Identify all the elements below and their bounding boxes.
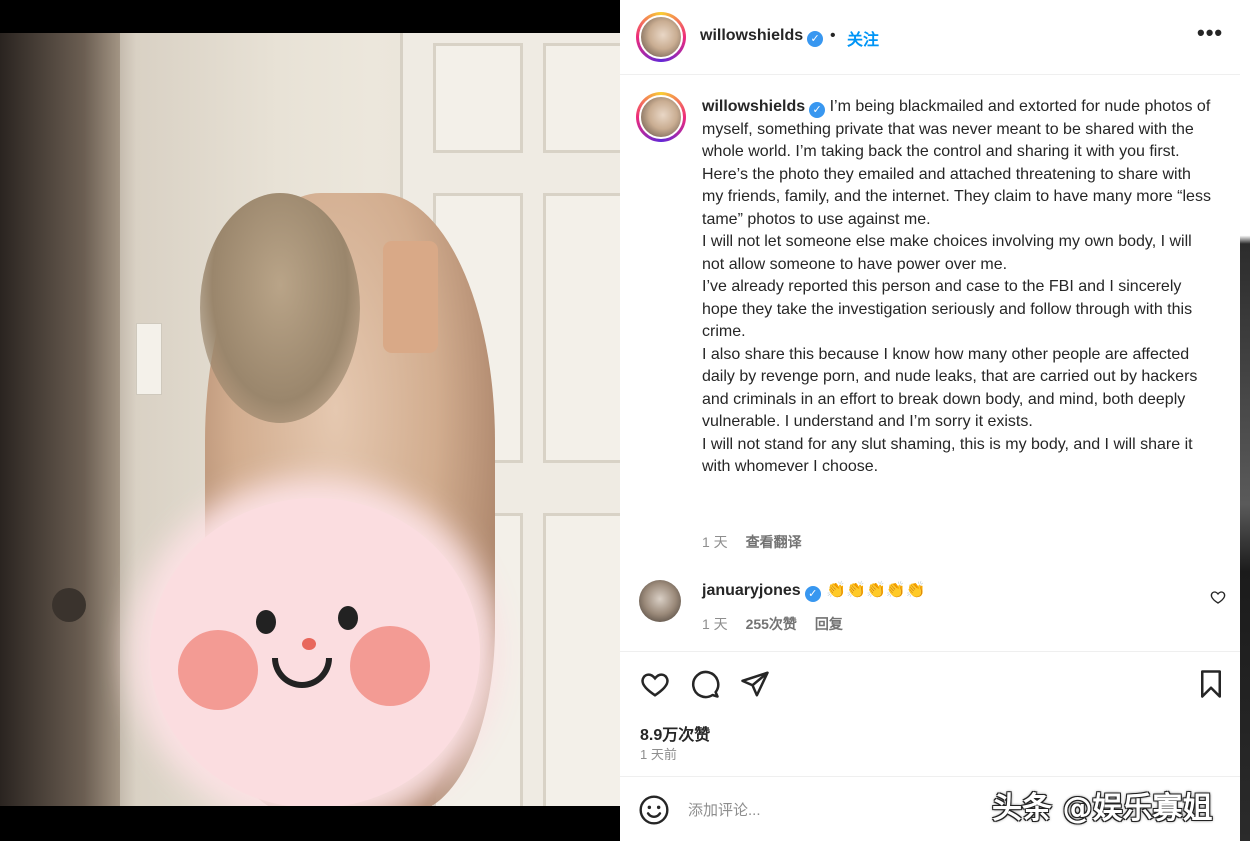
comment-like-heart-icon[interactable] <box>1210 589 1226 605</box>
comment-item: januaryjones ✓ 👏👏👏👏👏 <box>702 580 926 602</box>
caption-author-username[interactable]: willowshields <box>702 98 805 115</box>
sticker-cheek-left <box>178 630 258 710</box>
sticker-nose <box>302 638 316 650</box>
commenter-avatar[interactable] <box>639 580 681 622</box>
verified-badge-icon: ✓ <box>809 102 826 118</box>
caption-timestamp: 1 天 <box>702 534 728 550</box>
caption-paragraph: I will not let someone else make choices… <box>702 233 1192 273</box>
see-translation-link[interactable]: 查看翻译 <box>746 534 802 550</box>
caption-author-avatar[interactable] <box>636 92 686 142</box>
paper-plane-icon[interactable] <box>740 669 770 699</box>
post-caption: willowshields ✓ I’m being blackmailed and… <box>702 96 1212 479</box>
post-timestamp: 1 天前 <box>640 747 677 762</box>
emoji-smile-icon[interactable] <box>638 794 670 826</box>
door-panel <box>543 43 620 153</box>
follow-button[interactable]: 关注 <box>847 26 879 50</box>
post-photo[interactable] <box>0 33 620 806</box>
verified-badge-icon: ✓ <box>807 31 824 47</box>
photo-subject-hair <box>200 193 360 423</box>
caption-paragraph: I’m being blackmailed and extorted for n… <box>702 98 1211 228</box>
door-panel <box>543 193 620 463</box>
door-panel <box>433 43 523 153</box>
post-media-area <box>0 0 620 841</box>
post-like-count[interactable]: 8.9万次赞 <box>640 721 710 745</box>
heart-icon[interactable] <box>640 669 670 699</box>
light-switch <box>136 323 162 395</box>
caption-paragraph: I will not stand for any slut shaming, t… <box>702 435 1193 476</box>
sticker-eye-right <box>338 606 358 630</box>
comment-bubble-icon[interactable] <box>690 669 720 699</box>
caption-paragraph: I’ve already reported this person and ca… <box>702 278 1193 340</box>
author-username[interactable]: willowshields ✓ <box>700 27 824 47</box>
photo-door-frame <box>0 33 120 806</box>
sticker-mouth <box>272 658 332 688</box>
post-details-panel: willowshields ✓ • 关注 ••• willowshields ✓ I… <box>620 0 1240 841</box>
comment-body: 👏👏👏👏👏 <box>826 582 926 599</box>
commenter-username[interactable]: januaryjones <box>702 582 801 599</box>
caption-paragraph: I also share this because I know how man… <box>702 345 1198 431</box>
watermark-text: 头条 @娱乐寡姐 <box>992 791 1213 826</box>
verified-badge-icon: ✓ <box>804 586 821 602</box>
section-divider <box>620 651 1240 652</box>
comment-like-count[interactable]: 255次赞 <box>746 616 797 632</box>
author-avatar[interactable] <box>636 12 686 62</box>
sticker-cheek-right <box>350 626 430 706</box>
author-username-text[interactable]: willowshields <box>700 27 803 44</box>
comment-timestamp: 1 天 <box>702 616 728 632</box>
sticker-eye-left <box>256 610 276 634</box>
header-separator: • <box>830 27 836 44</box>
door-panel <box>543 513 620 806</box>
post-header: willowshields ✓ • 关注 ••• <box>620 0 1240 75</box>
censor-cloud-sticker <box>150 498 480 806</box>
bookmark-icon[interactable] <box>1196 669 1226 699</box>
caption-meta: 1 天 查看翻译 <box>702 532 802 552</box>
phone-in-photo <box>383 241 438 353</box>
door-knob <box>52 588 86 622</box>
add-comment-bar: 头条 @娱乐寡姐 <box>620 776 1240 841</box>
background-window-edge <box>1240 0 1250 841</box>
comment-meta: 1 天 255次赞 回复 <box>702 614 843 634</box>
reply-button[interactable]: 回复 <box>815 616 843 632</box>
more-options-icon[interactable]: ••• <box>1197 20 1223 46</box>
